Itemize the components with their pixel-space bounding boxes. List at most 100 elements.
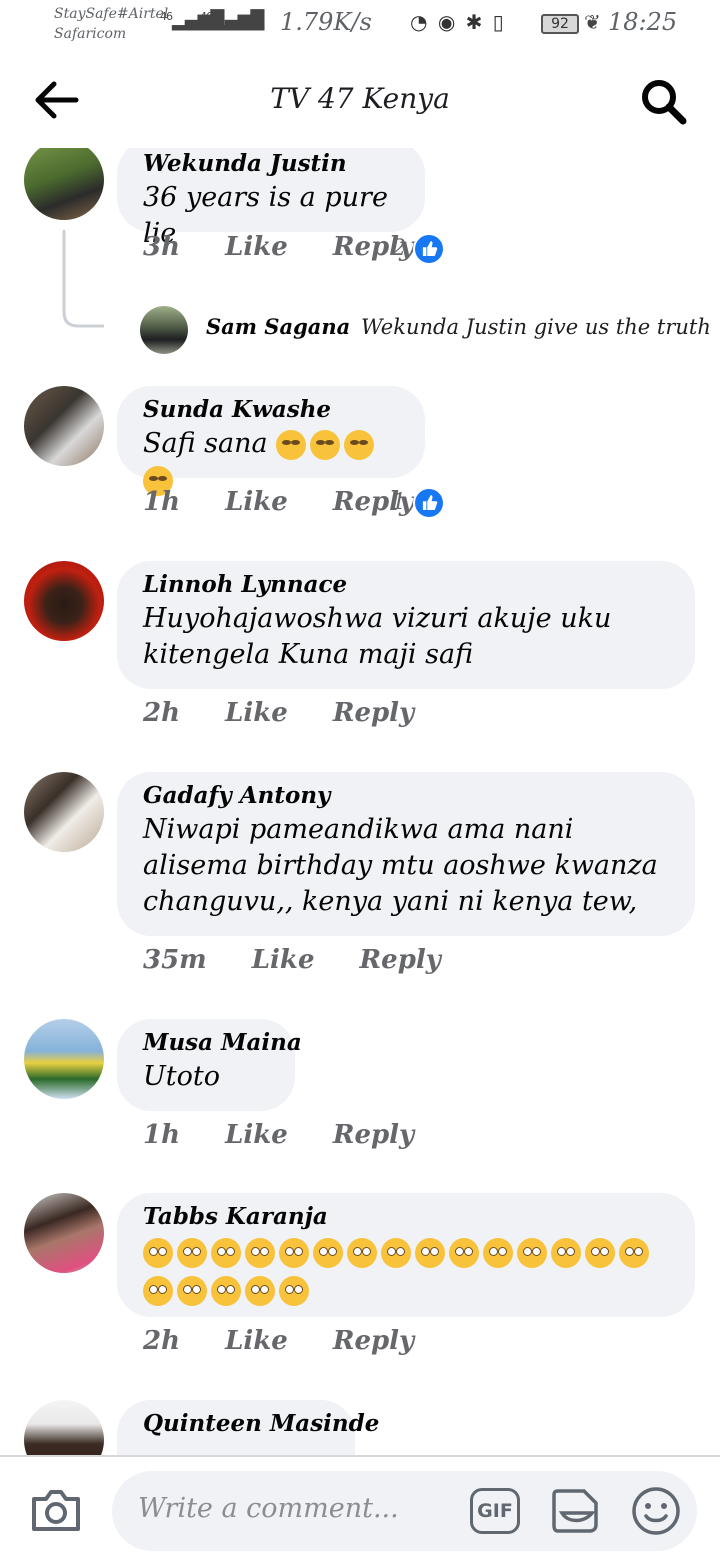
commenter-name[interactable]: Tabbs Karanja [143,1201,669,1233]
reply-button[interactable]: Reply [333,1326,414,1356]
comment-bubble[interactable]: Linnoh Lynnace Huyohajawoshwa vizuri aku… [117,561,695,689]
avatar[interactable] [24,561,104,641]
eye-roll-emoji [245,1275,275,1306]
comment-actions: 1h Like Reply [143,1120,450,1150]
network-speed: 1.79K/s [280,8,372,36]
like-reaction-icon [413,487,445,519]
emoji-icon[interactable] [630,1485,682,1537]
comment-bubble[interactable]: Tabbs Karanja [117,1193,695,1317]
comment-time: 1h [143,1120,180,1150]
comment-bubble[interactable]: Gadafy Antony Niwapi pameandikwa ama nan… [117,772,695,936]
reply-preview[interactable]: Sam Sagana Wekunda Justin give us the tr… [140,306,711,356]
avatar[interactable] [24,386,104,466]
gif-button[interactable]: GIF [470,1488,520,1534]
eye-roll-emoji [143,1237,173,1268]
page-title: TV 47 Kenya [270,82,450,115]
leaf-icon: ❦ [584,10,601,34]
eye-roll-emoji [279,1237,309,1268]
status-icons: ◔ ◉ ✱ ▯ [410,10,506,34]
commenter-name[interactable]: Wekunda Justin [143,148,399,180]
eye-roll-emoji [415,1237,445,1268]
eye-roll-emoji [143,1275,173,1306]
eye-roll-emoji [551,1237,581,1268]
status-bar: StaySafe#Airtel Safaricom 46▂▄▆█ 46▂▄▆█ … [0,0,720,56]
reply-button[interactable]: Reply [333,698,414,728]
sticker-icon[interactable] [550,1485,602,1537]
carrier-name-1: StaySafe#Airtel [54,6,169,22]
like-reaction-icon [413,233,445,265]
carrier-info: StaySafe#Airtel Safaricom [54,4,168,44]
like-button[interactable]: Like [225,487,288,517]
comment-input[interactable]: Write a comment... GIF [112,1471,697,1551]
battery-indicator: 92 [541,14,579,34]
eye-icon: ◉ [437,10,458,34]
avatar[interactable] [24,1019,104,1099]
like-button[interactable]: Like [225,232,288,262]
eye-roll-emoji [483,1237,513,1268]
reply-avatar[interactable] [140,306,188,354]
search-icon[interactable] [638,76,688,126]
comment-actions: 2h Like Reply [143,1326,450,1356]
like-count: 1 [392,490,406,515]
avatar[interactable] [24,148,104,220]
commenter-name[interactable]: Linnoh Lynnace [143,569,669,601]
avatar[interactable] [24,1400,104,1455]
reply-button[interactable]: Reply [333,1120,414,1150]
wifi-icon: ◠ [243,10,259,31]
eye-roll-emoji [517,1237,547,1268]
comment-bubble[interactable]: Musa Maina Utoto [117,1019,302,1111]
carrier-name-2: Safaricom [54,26,127,42]
eye-roll-emoji [585,1237,615,1268]
laughing-emoji [310,429,341,460]
dnd-icon: ◔ [410,10,430,34]
app-header: TV 47 Kenya [0,56,720,148]
comment-time: 1h [143,487,180,517]
eye-roll-emoji [245,1237,275,1268]
camera-icon[interactable] [30,1487,82,1533]
eye-roll-emoji [279,1275,309,1306]
laughing-emoji [276,429,307,460]
comment-text: Utoto [143,1061,220,1092]
comment-actions: 2h Like Reply [143,698,450,728]
comment-composer: Write a comment... GIF [0,1455,720,1560]
comment-time: 2h [143,698,180,728]
comment-actions: 35m Like Reply [143,945,477,975]
like-button[interactable]: Like [252,945,315,975]
like-count: 2 [392,236,406,261]
commenter-name[interactable]: Sunda Kwashe [143,394,399,426]
comment-time: 35m [143,945,207,975]
bluetooth-icon: ✱ [465,10,485,34]
comment-time: 2h [143,1326,180,1356]
vibrate-icon: ▯ [492,10,506,34]
eye-roll-emoji [449,1237,479,1268]
eye-roll-emoji [211,1275,241,1306]
comments-feed[interactable]: Wekunda Justin 36 years is a pure lie 3h… [0,148,720,1455]
comment-input-placeholder: Write a comment... [138,1493,399,1524]
clock: 18:25 [608,8,678,36]
eye-roll-emoji [177,1275,207,1306]
eye-roll-emoji [313,1237,343,1268]
like-button[interactable]: Like [225,698,288,728]
comment-time: 3h [143,232,180,262]
eye-roll-emoji [347,1237,377,1268]
avatar[interactable] [24,1193,104,1273]
eye-roll-emoji [381,1237,411,1268]
thread-connector [62,230,104,328]
laughing-emoji [344,429,375,460]
comment-text: Niwapi pameandikwa ama nani alisema birt… [143,814,658,917]
reply-button[interactable]: Reply [360,945,441,975]
reply-author[interactable]: Sam Sagana [206,314,350,339]
comment-bubble[interactable]: Quinteen Masinde [117,1400,379,1455]
like-button[interactable]: Like [225,1120,288,1150]
eye-roll-emoji [619,1237,649,1268]
commenter-name[interactable]: Musa Maina [143,1027,302,1059]
comment-bubble[interactable]: Sunda Kwashe Safi sana [117,386,425,496]
like-button[interactable]: Like [225,1326,288,1356]
commenter-name[interactable]: Quinteen Masinde [143,1408,379,1440]
eye-roll-emoji [211,1237,241,1268]
avatar[interactable] [24,772,104,852]
comment-text [143,1233,669,1309]
comment-bubble[interactable]: Wekunda Justin 36 years is a pure lie [117,148,425,249]
eye-roll-emoji [177,1237,207,1268]
commenter-name[interactable]: Gadafy Antony [143,780,669,812]
